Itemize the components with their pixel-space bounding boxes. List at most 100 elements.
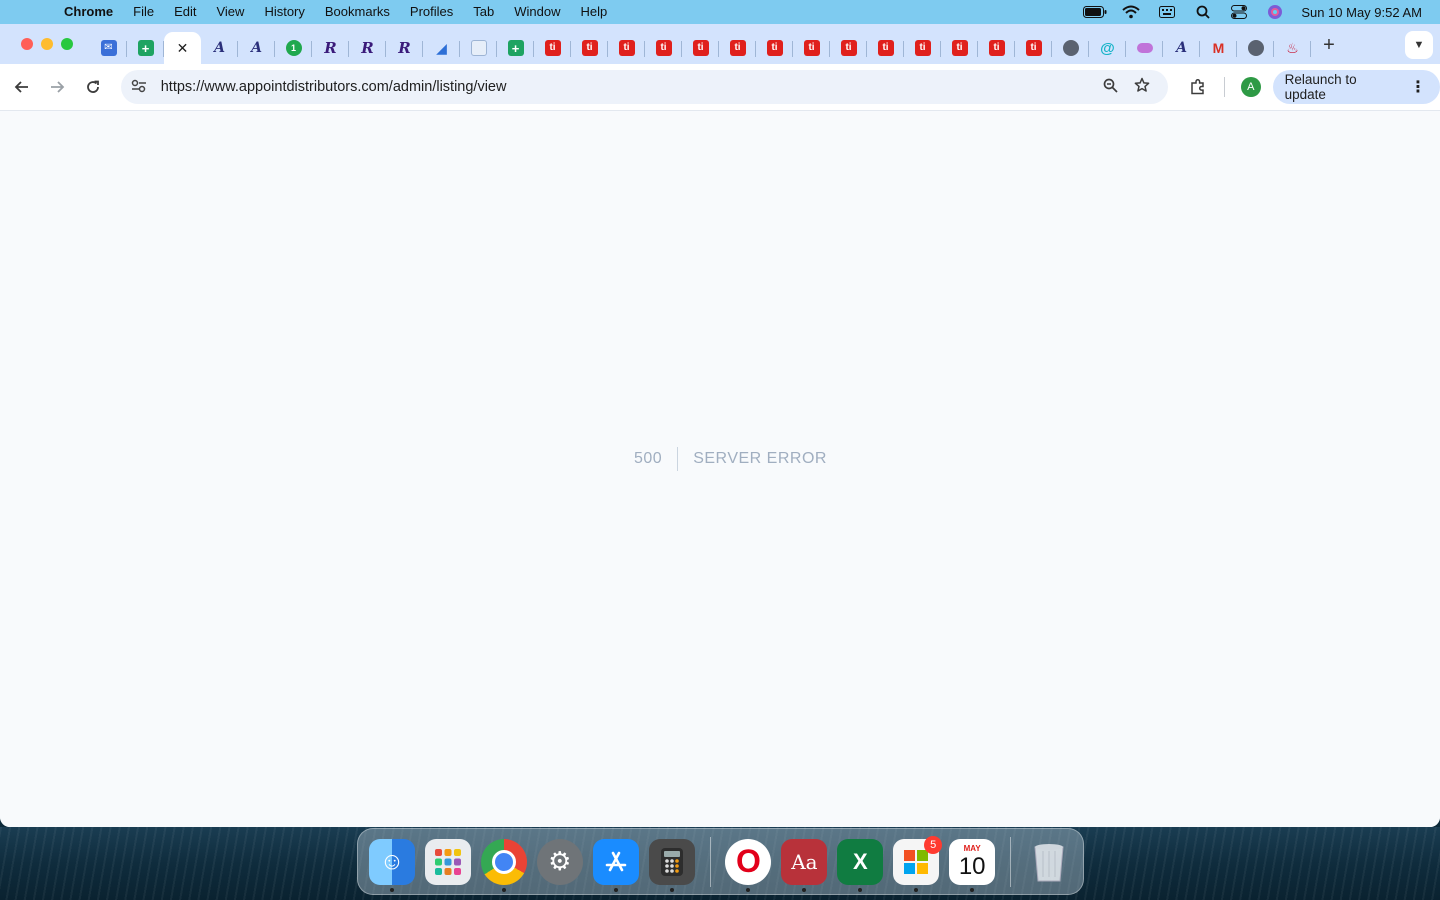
finder-icon: ☺ xyxy=(368,838,415,885)
tab-25[interactable]: ti xyxy=(1015,32,1052,64)
app-store-icon xyxy=(592,838,639,885)
address-bar[interactable]: https://www.appointdistributors.com/admi… xyxy=(120,70,1169,104)
tab-12[interactable]: ti xyxy=(534,32,571,64)
dock-item-finder[interactable]: ☺ xyxy=(364,834,420,892)
tab-6[interactable]: R xyxy=(312,32,349,64)
error-text: Server Error xyxy=(693,450,827,467)
zoom-window-button[interactable] xyxy=(61,38,73,50)
tab-26[interactable] xyxy=(1052,32,1089,64)
arrow-right-icon xyxy=(51,81,65,93)
profile-avatar[interactable]: A xyxy=(1240,77,1261,97)
tab-32[interactable]: ♨ xyxy=(1274,32,1311,64)
dock-item-office[interactable]: 5 xyxy=(888,834,944,892)
dock-item-app-store[interactable] xyxy=(588,834,644,892)
tab-5[interactable]: 1 xyxy=(275,32,312,64)
tab-27[interactable]: @ xyxy=(1089,32,1126,64)
tab-28[interactable] xyxy=(1126,32,1163,64)
dock-item-calculator[interactable] xyxy=(644,834,700,892)
tab-18[interactable]: ti xyxy=(756,32,793,64)
menu-bookmarks[interactable]: Bookmarks xyxy=(315,0,400,24)
close-tab-icon[interactable]: ✕ xyxy=(177,40,189,57)
dock-item-system-settings[interactable]: ⚙ xyxy=(532,834,588,890)
zoom-icon[interactable] xyxy=(1094,78,1126,97)
control-center-icon[interactable] xyxy=(1221,0,1257,24)
tab-16[interactable]: ti xyxy=(682,32,719,64)
extensions-icon[interactable] xyxy=(1178,69,1218,105)
tab-13[interactable]: ti xyxy=(571,32,608,64)
dock-item-chrome[interactable] xyxy=(476,834,532,892)
doc-icon xyxy=(470,40,487,56)
dock-item-dictionary[interactable]: Aa xyxy=(776,834,832,892)
tab-9[interactable]: ◢ xyxy=(423,32,460,64)
dock-item-launchpad[interactable] xyxy=(420,834,476,890)
running-indicator xyxy=(746,887,751,892)
tab-10[interactable] xyxy=(460,32,497,64)
tab-19[interactable]: ti xyxy=(793,32,830,64)
tab-7[interactable]: R xyxy=(349,32,386,64)
tab-30[interactable]: M xyxy=(1200,32,1237,64)
running-indicator xyxy=(501,887,506,892)
tab-search-button[interactable]: ▼ xyxy=(1405,31,1433,59)
error-message: 500 Server Error xyxy=(634,447,827,471)
reload-button[interactable] xyxy=(75,69,111,105)
dock-item-opera[interactable]: O xyxy=(721,834,777,892)
dock-item-trash[interactable] xyxy=(1021,834,1077,890)
battery-icon[interactable] xyxy=(1077,0,1113,24)
running-indicator xyxy=(914,887,919,892)
menu-window[interactable]: Window xyxy=(504,0,570,24)
forward-button[interactable] xyxy=(40,69,76,105)
tab-8[interactable]: R xyxy=(386,32,423,64)
tab-14[interactable]: ti xyxy=(608,32,645,64)
tab-23[interactable]: ti xyxy=(941,32,978,64)
menu-profiles[interactable]: Profiles xyxy=(400,0,463,24)
menu-view[interactable]: View xyxy=(206,0,254,24)
tab-11[interactable]: + xyxy=(497,32,534,64)
tab-24[interactable]: ti xyxy=(978,32,1015,64)
ti-icon: ti xyxy=(1025,40,1042,56)
tab-15[interactable]: ti xyxy=(645,32,682,64)
error-code: 500 xyxy=(634,447,679,471)
menu-history[interactable]: History xyxy=(254,0,314,24)
tab-0[interactable]: ✉ xyxy=(90,32,127,64)
tab-2[interactable]: ✕ xyxy=(164,32,201,64)
tab-1[interactable]: + xyxy=(127,32,164,64)
toolbar-divider xyxy=(1223,77,1225,97)
tab-17[interactable]: ti xyxy=(719,32,756,64)
minimize-window-button[interactable] xyxy=(41,38,53,50)
dock-item-excel[interactable]: X xyxy=(832,834,888,892)
notification-badge: 5 xyxy=(924,835,943,854)
tab-strip: ✉ + ✕ A A 1 R R R ◢ + ti ti ti ti ti ti ti ti ti ti ti ti ti ti @… xyxy=(0,24,1440,64)
tab-3[interactable]: A xyxy=(201,32,238,64)
one-icon: 1 xyxy=(285,40,302,56)
running-indicator xyxy=(613,887,618,892)
new-tab-button[interactable]: + xyxy=(1311,34,1347,57)
tab-29[interactable]: A xyxy=(1163,32,1200,64)
site-info-icon[interactable] xyxy=(131,79,157,96)
sheet-icon: + xyxy=(507,40,524,56)
keyboard-icon[interactable] xyxy=(1149,0,1185,24)
dock-divider xyxy=(709,836,711,887)
tab-20[interactable]: ti xyxy=(830,32,867,64)
menu-help[interactable]: Help xyxy=(571,0,618,24)
url-text[interactable]: https://www.appointdistributors.com/admi… xyxy=(161,79,1095,95)
spotlight-search-icon[interactable] xyxy=(1185,0,1221,24)
wifi-icon[interactable] xyxy=(1113,0,1149,24)
calculator-icon xyxy=(648,838,695,885)
tab-31[interactable] xyxy=(1237,32,1274,64)
swirl-icon: @ xyxy=(1100,39,1115,57)
menu-tab[interactable]: Tab xyxy=(463,0,504,24)
bookmark-star-icon[interactable] xyxy=(1126,77,1158,97)
sheet-icon: + xyxy=(137,40,154,56)
tab-4[interactable]: A xyxy=(238,32,275,64)
menu-file[interactable]: File xyxy=(123,0,164,24)
close-window-button[interactable] xyxy=(21,38,33,50)
siri-icon[interactable] xyxy=(1257,0,1293,24)
tab-21[interactable]: ti xyxy=(867,32,904,64)
dock-item-calendar[interactable]: MAY 10 xyxy=(944,834,1000,892)
tab-22[interactable]: ti xyxy=(904,32,941,64)
menu-clock[interactable]: Sun 10 May 9:52 AM xyxy=(1301,5,1422,20)
menu-app-name[interactable]: Chrome xyxy=(54,0,123,24)
back-button[interactable] xyxy=(4,69,40,105)
menu-edit[interactable]: Edit xyxy=(164,0,206,24)
relaunch-to-update-button[interactable]: Relaunch to update ⋮ xyxy=(1272,70,1440,104)
